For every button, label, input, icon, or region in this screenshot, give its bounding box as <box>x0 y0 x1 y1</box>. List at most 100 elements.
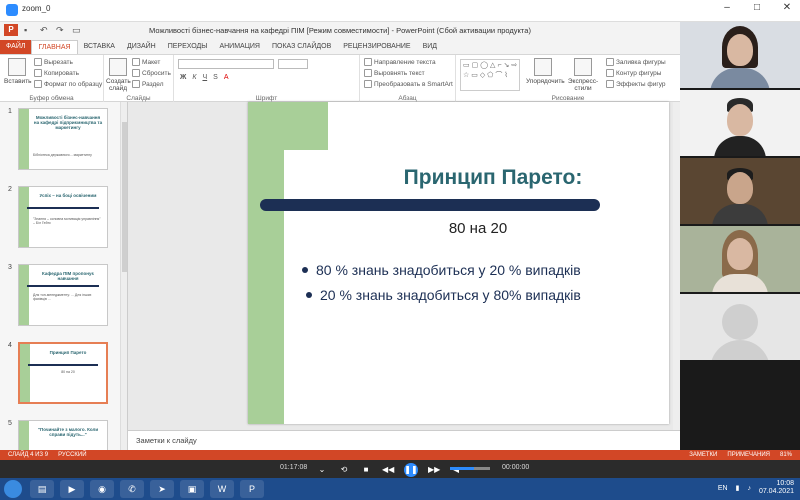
participant-video-tile[interactable] <box>680 22 800 88</box>
participants-gallery <box>680 22 800 450</box>
chevron-down-icon[interactable]: ⌄ <box>316 464 328 476</box>
italic-button[interactable]: К <box>192 74 196 81</box>
notes-toggle-button[interactable]: ЗАМЕТКИ <box>689 450 717 460</box>
viber-icon[interactable]: ✆ <box>120 480 144 498</box>
text-direction-button[interactable]: Направление текста <box>364 58 436 66</box>
keyboard-language[interactable]: EN <box>718 485 728 492</box>
cut-button[interactable]: Вырезать <box>34 58 73 66</box>
media-player-icon[interactable]: ▶ <box>60 480 84 498</box>
word-icon[interactable]: W <box>210 480 234 498</box>
bullet-dot-icon <box>302 267 308 273</box>
bold-button[interactable]: Ж <box>180 74 186 81</box>
slide-scrollbar[interactable] <box>673 102 680 430</box>
participant-video-tile[interactable] <box>680 158 800 224</box>
font-name-select[interactable] <box>178 59 274 69</box>
zoom-app-icon[interactable]: ▣ <box>180 480 204 498</box>
language-indicator[interactable]: РУССКИЙ <box>58 450 86 460</box>
participant-video-tile[interactable] <box>680 226 800 292</box>
copy-button[interactable]: Копировать <box>34 69 79 77</box>
current-slide[interactable]: Принцип Парето: 80 на 20 80 % знань знад… <box>248 102 669 424</box>
drawing-group: ▭▢◯△⌐↘⇨{}☆▭◇⬠⌒⌇ Упорядочить Экспресс-сти… <box>456 55 680 103</box>
windows-taskbar: ▤ ▶ ◉ ✆ ➤ ▣ W P EN ▮ ♪ 10:08 07.04.2021 <box>0 478 800 500</box>
maximize-icon[interactable]: □ <box>750 2 764 13</box>
mute-icon[interactable]: ◀ <box>450 464 462 476</box>
loop-icon[interactable]: ⟲ <box>338 464 350 476</box>
file-explorer-icon[interactable]: ▤ <box>30 480 54 498</box>
volume-slider[interactable] <box>450 467 490 470</box>
effects-icon <box>606 80 614 88</box>
minimize-icon[interactable]: – <box>720 2 734 13</box>
reset-icon <box>132 69 140 77</box>
zoom-logo-icon <box>6 4 18 16</box>
section-icon <box>132 80 140 88</box>
strikethrough-button[interactable]: S <box>213 74 218 81</box>
avatar-placeholder-icon <box>722 304 758 340</box>
format-painter-button[interactable]: Формат по образцу <box>34 80 102 88</box>
pause-icon[interactable]: ❚❚ <box>404 463 418 477</box>
powerpoint-taskbar-icon[interactable]: P <box>240 480 264 498</box>
tab-file[interactable]: ФАЙЛ <box>0 40 32 54</box>
tab-slideshow[interactable]: ПОКАЗ СЛАЙДОВ <box>266 40 337 54</box>
tab-animation[interactable]: АНИМАЦИЯ <box>213 40 266 54</box>
slide-subtitle[interactable]: 80 на 20 <box>328 220 628 237</box>
new-slide-button[interactable]: Создать слайд <box>106 58 131 92</box>
new-slide-icon <box>109 58 127 76</box>
arrange-button[interactable]: Упорядочить <box>526 58 565 85</box>
tab-view[interactable]: ВИД <box>417 40 443 54</box>
font-size-select[interactable] <box>278 59 308 69</box>
chrome-icon[interactable]: ◉ <box>90 480 114 498</box>
paste-button[interactable]: Вставить <box>4 58 32 85</box>
participant-video-tile[interactable] <box>680 294 800 360</box>
volume-icon[interactable]: ♪ <box>747 485 751 492</box>
quick-styles-button[interactable]: Экспресс-стили <box>566 58 600 92</box>
section-button[interactable]: Раздел <box>132 80 163 88</box>
drawing-group-label: Рисование <box>551 95 585 102</box>
zoom-level[interactable]: 81% <box>780 450 792 460</box>
remaining-time: 00:00:00 <box>502 464 530 471</box>
fast-forward-icon[interactable]: ▶▶ <box>428 464 440 476</box>
tab-design[interactable]: ДИЗАЙН <box>121 40 162 54</box>
slide-title-underline-bar <box>260 199 600 211</box>
layout-button[interactable]: Макет <box>132 58 160 66</box>
slide-bullet-item: 80 % знань знадобиться у 20 % випадків <box>302 262 662 278</box>
speaker-notes-field[interactable]: Заметки к слайду <box>128 430 680 450</box>
clipboard-group-label: Буфер обмена <box>29 95 74 102</box>
reset-button[interactable]: Сбросить <box>132 69 171 77</box>
underline-button[interactable]: Ч <box>202 74 207 81</box>
slide-title[interactable]: Принцип Парето: <box>328 166 658 190</box>
tab-insert[interactable]: ВСТАВКА <box>78 40 121 54</box>
windows-start-icon[interactable] <box>4 480 22 498</box>
workspace: 1 Можливості бізнес-навчання на кафедрі … <box>0 102 680 450</box>
stop-icon[interactable]: ■ <box>360 464 372 476</box>
powerpoint-statusbar: СЛАЙД 4 ИЗ 9 РУССКИЙ ЗАМЕТКИ ПРИМЕЧАНИЯ … <box>0 450 800 460</box>
participant-video-tile[interactable] <box>680 90 800 156</box>
font-color-button[interactable]: A <box>224 74 229 81</box>
align-text-button[interactable]: Выровнять текст <box>364 69 425 77</box>
shape-outline-button[interactable]: Контур фигуры <box>606 69 661 77</box>
shapes-gallery[interactable]: ▭▢◯△⌐↘⇨{}☆▭◇⬠⌒⌇ <box>460 59 520 91</box>
close-icon[interactable]: ✕ <box>780 2 794 13</box>
font-group: Ж К Ч S A Шрифт <box>174 55 360 103</box>
paste-icon <box>8 58 26 76</box>
thumbnails-scroll-thumb[interactable] <box>122 122 127 272</box>
rewind-icon[interactable]: ◀◀ <box>382 464 394 476</box>
thumbnails-scrollbar[interactable] <box>120 102 127 450</box>
smartart-button[interactable]: Преобразовать в SmartArt <box>364 80 453 88</box>
slide-thumbnails-panel: 1 Можливості бізнес-навчання на кафедрі … <box>0 102 128 450</box>
comments-toggle-button[interactable]: ПРИМЕЧАНИЯ <box>727 450 770 460</box>
tab-home[interactable]: ГЛАВНАЯ <box>31 39 78 55</box>
tab-review[interactable]: РЕЦЕНЗИРОВАНИЕ <box>337 40 416 54</box>
shape-effects-button[interactable]: Эффекты фигур <box>606 80 666 88</box>
tab-transitions[interactable]: ПЕРЕХОДЫ <box>162 40 214 54</box>
slide-bullet-list[interactable]: 80 % знань знадобиться у 20 % випадків 2… <box>302 262 662 312</box>
slide-counter: СЛАЙД 4 ИЗ 9 <box>8 452 49 458</box>
elapsed-time: 01:17:08 <box>280 464 308 471</box>
taskbar-clock[interactable]: 10:08 07.04.2021 <box>759 480 794 496</box>
smartart-icon <box>364 80 372 88</box>
telegram-icon[interactable]: ➤ <box>150 480 174 498</box>
ribbon: Вставить Вырезать Копировать Формат по о… <box>0 54 680 103</box>
shape-fill-button[interactable]: Заливка фигуры <box>606 58 666 66</box>
text-direction-icon <box>364 58 372 66</box>
network-icon[interactable]: ▮ <box>736 484 740 492</box>
powerpoint-titlebar: P ▪ ↶ ↷ ▭ Можливості бізнес-навчання на … <box>0 22 680 40</box>
